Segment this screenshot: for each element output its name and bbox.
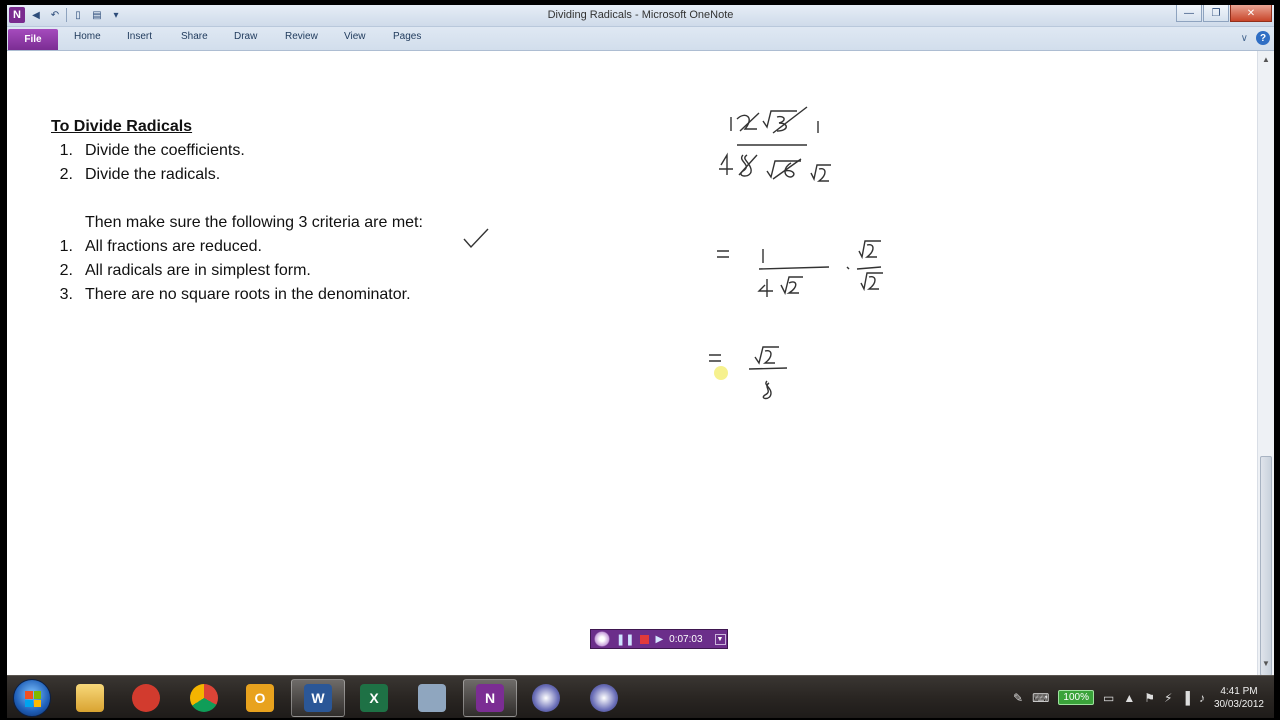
red-app-icon: [132, 684, 160, 712]
ribbon-tabs: File Home Insert Share Draw Review View …: [7, 27, 1274, 51]
battery-icon[interactable]: ▭: [1103, 691, 1114, 705]
pause-icon[interactable]: ❚❚: [616, 633, 634, 646]
onenote-icon: N: [476, 684, 504, 712]
taskbar-clock[interactable]: 4:41 PM 30/03/2012: [1214, 685, 1264, 711]
title-bar: N ◀ ↶ ▯ ▤ ▾ Dividing Radicals - Microsof…: [7, 5, 1274, 27]
folder-icon: [76, 684, 104, 712]
ink-fraction-2: [717, 240, 883, 297]
windows-taskbar: O W X N ✎ ⌨ 100% ▭ ▲ ⚑ ⚡ ▐ ♪ 4:41 PM 30/…: [7, 675, 1274, 718]
letterbox-right: [1274, 0, 1280, 720]
window-controls: — ❐ ✕: [1176, 5, 1272, 22]
taskbar-recorder-1[interactable]: [519, 679, 573, 717]
taskbar-recorder-2[interactable]: [577, 679, 631, 717]
note-page[interactable]: To Divide Radicals 1. Divide the coeffic…: [7, 51, 1257, 675]
windows-logo-icon: [25, 691, 41, 707]
vertical-scrollbar[interactable]: ▲ ▼: [1257, 51, 1274, 675]
recorder-icon: [590, 684, 618, 712]
taskbar-excel[interactable]: X: [347, 679, 401, 717]
expand-ribbon-chevron-icon[interactable]: ∨: [1241, 33, 1248, 44]
outlook-icon: O: [246, 684, 274, 712]
excel-icon: X: [360, 684, 388, 712]
show-hidden-icons-chevron-icon[interactable]: ▲: [1123, 691, 1135, 705]
screen-recorder-toolbar: ❚❚ ▶ 0:07:03 ▼: [590, 629, 728, 649]
checkmark-ink: [463, 228, 489, 249]
tab-review[interactable]: Review: [285, 31, 318, 42]
taskbar-app-red[interactable]: [119, 679, 173, 717]
taskbar-explorer[interactable]: [63, 679, 117, 717]
recorder-logo-icon: [594, 631, 610, 647]
pen-cursor-highlight: [714, 366, 728, 380]
help-icon[interactable]: ?: [1256, 31, 1270, 45]
battery-indicator[interactable]: 100%: [1058, 690, 1094, 705]
recorder-menu-chevron-icon[interactable]: ▼: [714, 633, 726, 645]
recorder-icon: [532, 684, 560, 712]
calculator-icon: [418, 684, 446, 712]
scroll-up-arrow-icon[interactable]: ▲: [1260, 53, 1272, 65]
chrome-icon: [190, 684, 218, 712]
taskbar-chrome[interactable]: [177, 679, 231, 717]
network-signal-icon[interactable]: ▐: [1181, 691, 1190, 705]
keyboard-icon[interactable]: ⌨: [1032, 691, 1049, 705]
action-center-flag-icon[interactable]: ⚑: [1144, 691, 1155, 705]
stop-icon[interactable]: [640, 634, 650, 644]
play-icon[interactable]: ▶: [655, 634, 663, 645]
scroll-down-arrow-icon[interactable]: ▼: [1260, 657, 1272, 669]
clock-date: 30/03/2012: [1213, 698, 1264, 710]
taskbar-word[interactable]: W: [291, 679, 345, 717]
tab-draw[interactable]: Draw: [234, 31, 257, 42]
tab-share[interactable]: Share: [181, 31, 208, 42]
minimize-button[interactable]: —: [1176, 5, 1202, 22]
recording-timer: 0:07:03: [669, 633, 703, 645]
restore-button[interactable]: ❐: [1203, 5, 1229, 22]
tab-pages[interactable]: Pages: [393, 31, 421, 42]
pen-input-icon[interactable]: ✎: [1013, 691, 1023, 705]
tab-file[interactable]: File: [8, 29, 58, 50]
close-button[interactable]: ✕: [1230, 5, 1272, 22]
clock-time: 4:41 PM: [1220, 685, 1258, 697]
taskbar-calculator[interactable]: [405, 679, 459, 717]
ribbon-right-controls: ∨ ?: [1241, 31, 1270, 45]
taskbar-outlook[interactable]: O: [233, 679, 287, 717]
scrollbar-thumb[interactable]: [1260, 456, 1272, 675]
power-plug-icon[interactable]: ⚡: [1164, 691, 1172, 705]
tab-home[interactable]: Home: [74, 31, 101, 42]
system-tray: ✎ ⌨ 100% ▭ ▲ ⚑ ⚡ ▐ ♪ 4:41 PM 30/03/2012: [1013, 676, 1274, 719]
tab-view[interactable]: View: [344, 31, 366, 42]
word-icon: W: [304, 684, 332, 712]
volume-icon[interactable]: ♪: [1199, 691, 1205, 705]
window-title: Dividing Radicals - Microsoft OneNote: [547, 9, 734, 21]
tab-insert[interactable]: Insert: [127, 31, 152, 42]
taskbar-onenote[interactable]: N: [463, 679, 517, 717]
letterbox-left: [0, 0, 7, 720]
start-button[interactable]: [13, 679, 51, 717]
handwritten-ink: [463, 106, 883, 400]
ink-fraction-1: [719, 106, 831, 182]
onenote-window: N ◀ ↶ ▯ ▤ ▾ Dividing Radicals - Microsof…: [7, 5, 1274, 675]
